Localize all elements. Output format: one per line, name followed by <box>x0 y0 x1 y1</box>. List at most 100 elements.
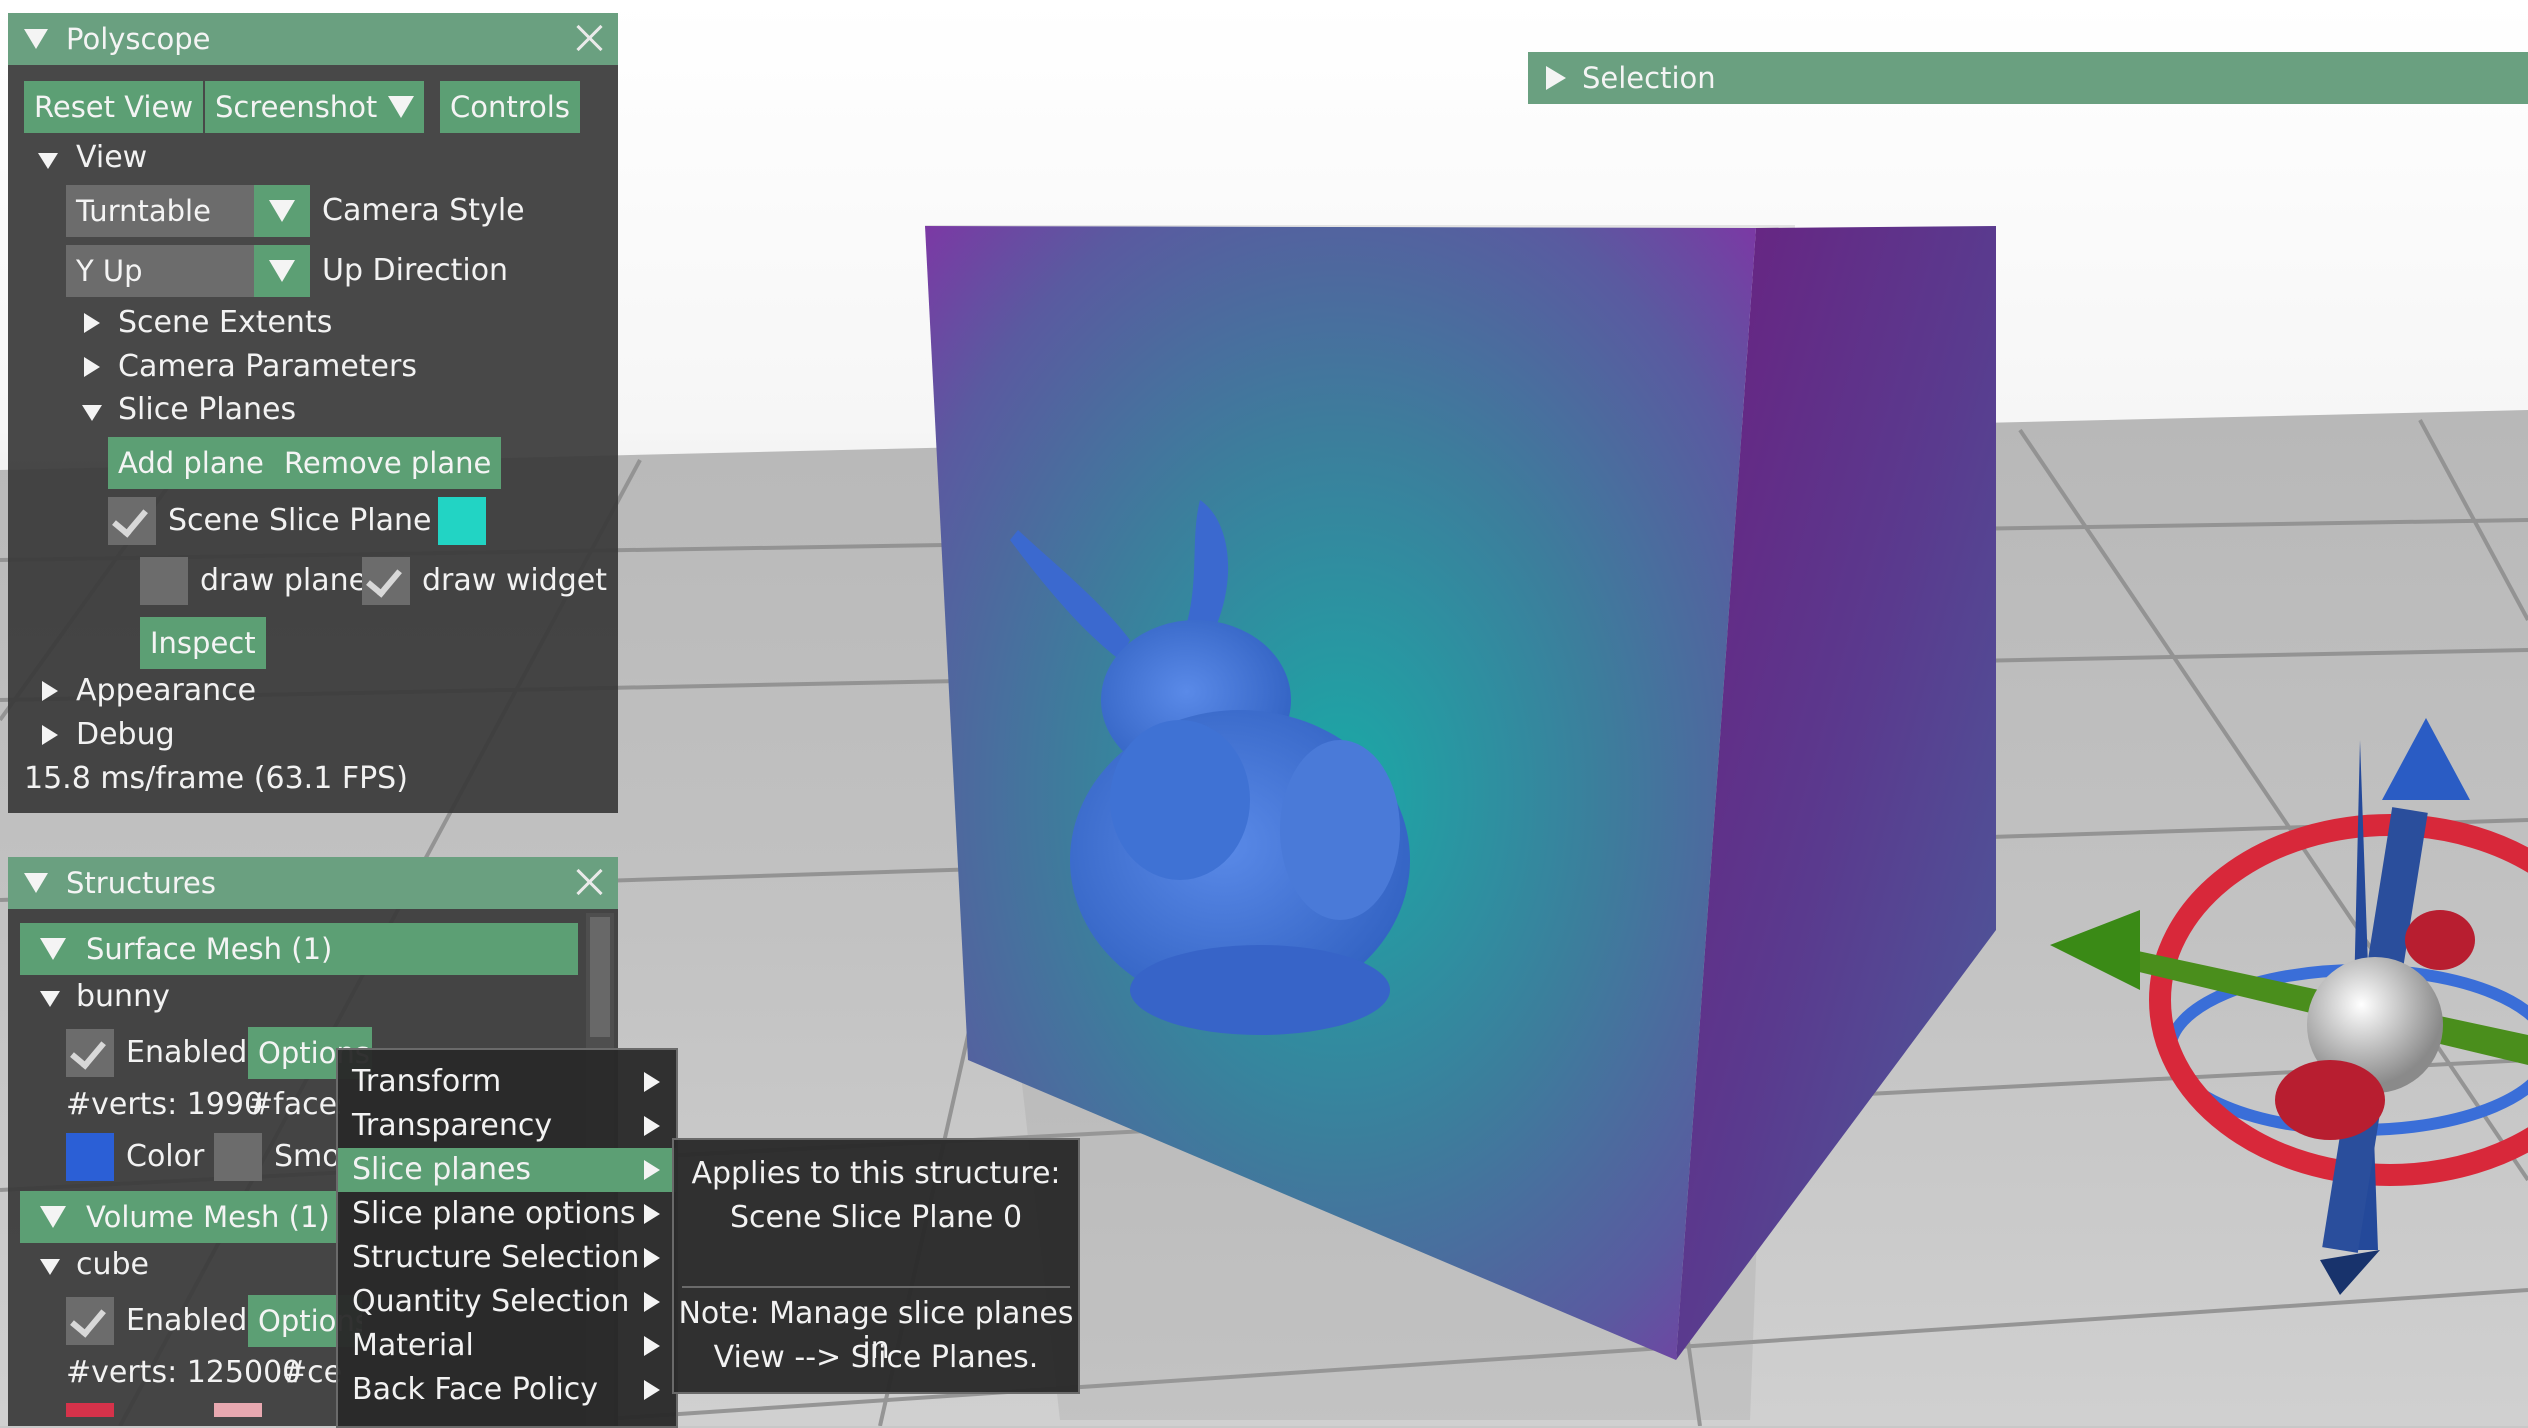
polyscope-titlebar[interactable]: Polyscope <box>8 13 618 65</box>
slice-planes-submenu: Applies to this structure: Scene Slice P… <box>672 1138 1080 1394</box>
menu-item-label: Transform <box>352 1064 502 1099</box>
menu-item-label: Structure Selection <box>352 1240 640 1275</box>
menu-item-label: Quantity Selection <box>352 1284 630 1319</box>
screenshot-button[interactable]: Screenshot <box>205 81 388 133</box>
screenshot-options-button[interactable] <box>378 81 424 133</box>
chevron-down-icon <box>269 200 295 222</box>
tooltip-line-4: View --> Slice Planes. <box>713 1340 1039 1375</box>
structures-titlebar[interactable]: Structures <box>8 857 618 909</box>
cube-verts-stat: #verts: 125000 <box>66 1355 302 1390</box>
debug-expand-icon[interactable] <box>42 725 58 745</box>
debug-label[interactable]: Debug <box>76 715 175 755</box>
camera-style-value: Turntable <box>76 194 211 228</box>
view-section-label[interactable]: View <box>76 138 147 178</box>
close-icon[interactable] <box>574 867 604 897</box>
appearance-expand-icon[interactable] <box>42 681 58 701</box>
bunny-smooth-checkbox[interactable] <box>214 1133 262 1181</box>
bunny-enabled-checkbox[interactable] <box>66 1029 114 1077</box>
draw-widget-checkbox[interactable] <box>362 557 410 605</box>
bunny-expand-icon[interactable] <box>40 991 60 1007</box>
draw-plane-checkbox[interactable] <box>140 557 188 605</box>
cube-enabled-label: Enabled <box>126 1303 248 1338</box>
tooltip-line-1: Applies to this structure: <box>691 1156 1061 1191</box>
menu-item-slice-planes[interactable]: Slice planes <box>338 1148 676 1192</box>
chevron-down-icon <box>269 260 295 282</box>
cube-cells-stat: #cells <box>282 1355 342 1390</box>
menu-item-back-face-policy[interactable]: Back Face Policy <box>338 1368 676 1412</box>
menu-item-label: Slice plane options <box>352 1196 636 1231</box>
menu-item-label: Slice planes <box>352 1152 532 1187</box>
slice-plane-color-swatch[interactable] <box>438 497 486 545</box>
selection-window: Selection <box>1528 52 2528 104</box>
scene-extents-expand-icon[interactable] <box>84 313 100 333</box>
slice-plane-name: Scene Slice Plane 0 <box>168 503 461 538</box>
view-expand-icon[interactable] <box>38 153 58 169</box>
selection-titlebar[interactable]: Selection <box>1528 52 2528 104</box>
cube-enabled-checkbox[interactable] <box>66 1297 114 1345</box>
menu-item-quantity-selection[interactable]: Quantity Selection <box>338 1280 676 1324</box>
fps-readout: 15.8 ms/frame (63.1 FPS) <box>24 761 408 796</box>
cube-color-swatch-1[interactable] <box>66 1403 114 1417</box>
bunny-faces-stat: #faces <box>248 1087 340 1122</box>
submenu-arrow-icon <box>644 1116 660 1136</box>
bunny-enabled-label: Enabled <box>126 1035 248 1070</box>
draw-plane-label: draw plane <box>200 563 368 598</box>
up-direction-label: Up Direction <box>322 253 509 288</box>
collapse-icon[interactable] <box>24 873 48 893</box>
submenu-arrow-icon <box>644 1336 660 1356</box>
submenu-arrow-icon <box>644 1072 660 1092</box>
structures-scrollbar-thumb[interactable] <box>590 917 610 1037</box>
close-icon[interactable] <box>574 23 604 53</box>
surface-mesh-header[interactable]: Surface Mesh (1) <box>20 923 578 975</box>
slice-planes-expand-icon[interactable] <box>82 405 102 421</box>
submenu-arrow-icon <box>644 1380 660 1400</box>
menu-item-material[interactable]: Material <box>338 1324 676 1368</box>
menu-item-label: Back Face Policy <box>352 1372 599 1407</box>
inspect-button[interactable]: Inspect <box>140 617 266 669</box>
chevron-down-icon <box>40 1206 66 1228</box>
cube-structure-name[interactable]: cube <box>76 1245 149 1285</box>
expand-icon[interactable] <box>1546 66 1566 90</box>
slice-planes-label[interactable]: Slice Planes <box>118 390 296 430</box>
bunny-structure-name[interactable]: bunny <box>76 977 170 1017</box>
selection-title: Selection <box>1582 61 1716 95</box>
reset-view-button[interactable]: Reset View <box>24 81 204 133</box>
options-context-menu: Transform Transparency Slice planes Slic… <box>336 1048 678 1428</box>
tooltip-divider <box>682 1286 1070 1288</box>
menu-item-structure-selection[interactable]: Structure Selection <box>338 1236 676 1280</box>
volume-mesh-header-label: Volume Mesh (1) <box>86 1200 330 1234</box>
submenu-arrow-icon <box>644 1160 660 1180</box>
scene-extents-label[interactable]: Scene Extents <box>118 303 332 343</box>
slice-plane-enabled-checkbox[interactable] <box>108 497 156 545</box>
collapse-icon[interactable] <box>24 29 48 49</box>
window-title: Structures <box>66 866 217 900</box>
menu-item-transparency[interactable]: Transparency <box>338 1104 676 1148</box>
submenu-arrow-icon <box>644 1204 660 1224</box>
appearance-label[interactable]: Appearance <box>76 671 256 711</box>
menu-item-transform[interactable]: Transform <box>338 1060 676 1104</box>
cube-color-swatch-2[interactable] <box>214 1403 262 1417</box>
up-direction-select[interactable]: Y Up <box>66 245 310 297</box>
add-plane-button[interactable]: Add plane <box>108 437 274 489</box>
surface-mesh-header-label: Surface Mesh (1) <box>86 932 333 966</box>
volume-mesh-header[interactable]: Volume Mesh (1) <box>20 1191 340 1243</box>
camera-parameters-label[interactable]: Camera Parameters <box>118 347 417 387</box>
draw-widget-label: draw widget <box>422 563 608 598</box>
camera-parameters-expand-icon[interactable] <box>84 357 100 377</box>
bunny-color-swatch[interactable] <box>66 1133 114 1181</box>
bunny-verts-stat: #verts: 1990 <box>66 1087 264 1122</box>
polyscope-window: Polyscope Reset View Screenshot Controls… <box>8 13 618 813</box>
camera-style-select[interactable]: Turntable <box>66 185 310 237</box>
tooltip-line-2[interactable]: Scene Slice Plane 0 <box>674 1200 1078 1235</box>
chevron-down-icon <box>388 96 414 118</box>
bunny-smooth-label: Smooth <box>274 1139 344 1174</box>
chevron-down-icon <box>40 938 66 960</box>
remove-plane-button[interactable]: Remove plane <box>274 437 502 489</box>
submenu-arrow-icon <box>644 1292 660 1312</box>
menu-item-slice-plane-options[interactable]: Slice plane options <box>338 1192 676 1236</box>
window-title: Polyscope <box>66 22 211 56</box>
cube-expand-icon[interactable] <box>40 1259 60 1275</box>
controls-button[interactable]: Controls <box>440 81 580 133</box>
submenu-arrow-icon <box>644 1248 660 1268</box>
camera-style-label: Camera Style <box>322 193 525 228</box>
